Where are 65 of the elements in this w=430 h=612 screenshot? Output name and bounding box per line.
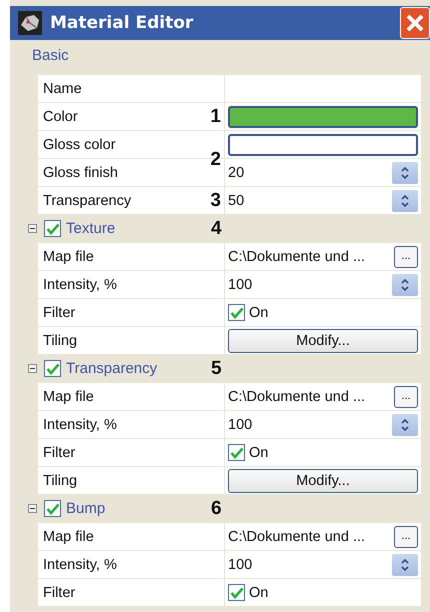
property-label: Intensity, % [43, 276, 117, 292]
property-label: Tiling [43, 472, 78, 488]
spinner-button[interactable] [392, 414, 418, 436]
callout-number: 2 [210, 149, 221, 171]
checkbox-label: On [249, 584, 268, 600]
spinner-button[interactable] [392, 162, 418, 184]
property-label: Color [43, 108, 78, 124]
callout-number: 4 [211, 218, 222, 240]
modify-button[interactable]: Modify... [228, 468, 418, 492]
property-label: Gloss finish [43, 164, 118, 180]
spinner-button[interactable] [392, 190, 418, 212]
close-button[interactable] [400, 7, 430, 39]
section-title: Basic [31, 46, 70, 66]
collapse-icon[interactable] [28, 364, 37, 373]
checkbox[interactable] [44, 360, 61, 377]
checkbox[interactable] [44, 220, 61, 237]
file-path[interactable]: C:\Dokumente und ... [228, 528, 390, 544]
property-label: Intensity, % [43, 556, 117, 572]
window-title: Material Editor [50, 13, 194, 33]
checkbox[interactable] [228, 584, 245, 601]
app-icon [18, 11, 42, 35]
browse-button[interactable]: ... [394, 246, 418, 268]
callout-number: 1 [210, 106, 221, 128]
property-label: Map file [43, 528, 94, 544]
property-label: Map file [43, 248, 94, 264]
property-label: Filter [43, 584, 76, 600]
group-title: Bump [66, 500, 106, 517]
value-text[interactable]: 20 [228, 164, 388, 180]
modify-button[interactable]: Modify... [228, 328, 418, 352]
value-text[interactable]: 50 [228, 192, 388, 208]
collapse-icon[interactable] [28, 504, 37, 513]
property-label: Intensity, % [43, 416, 117, 432]
value-text[interactable]: 100 [228, 276, 388, 292]
checkbox-label: On [249, 304, 268, 320]
spinner-button[interactable] [392, 554, 418, 576]
callout-number: 5 [211, 358, 222, 380]
up-down-arrows-icon [400, 192, 410, 208]
file-path[interactable]: C:\Dokumente und ... [228, 248, 390, 264]
property-label: Transparency [43, 192, 132, 208]
property-label: Filter [43, 444, 76, 460]
value-text[interactable]: 100 [228, 416, 388, 432]
up-down-arrows-icon [400, 556, 410, 572]
property-label: Map file [43, 388, 94, 404]
spinner-button[interactable] [392, 274, 418, 296]
property-label: Filter [43, 304, 76, 320]
checkbox[interactable] [44, 500, 61, 517]
browse-button[interactable]: ... [394, 526, 418, 548]
group-title: Transparency [66, 360, 158, 377]
collapse-icon[interactable] [28, 224, 37, 233]
browse-button[interactable]: ... [394, 386, 418, 408]
callout-number: 3 [210, 190, 221, 212]
property-label: Gloss color [43, 136, 116, 152]
checkbox-label: On [249, 444, 268, 460]
checkbox[interactable] [228, 304, 245, 321]
up-down-arrows-icon [400, 276, 410, 292]
up-down-arrows-icon [400, 164, 410, 180]
property-label: Tiling [43, 332, 78, 348]
property-label: Name [43, 80, 82, 96]
file-path[interactable]: C:\Dokumente und ... [228, 388, 390, 404]
up-down-arrows-icon [400, 416, 410, 432]
group-title: Texture [66, 220, 116, 237]
callout-number: 6 [211, 498, 222, 520]
close-icon [404, 12, 426, 34]
checkbox[interactable] [228, 444, 245, 461]
value-text[interactable]: 100 [228, 556, 388, 572]
